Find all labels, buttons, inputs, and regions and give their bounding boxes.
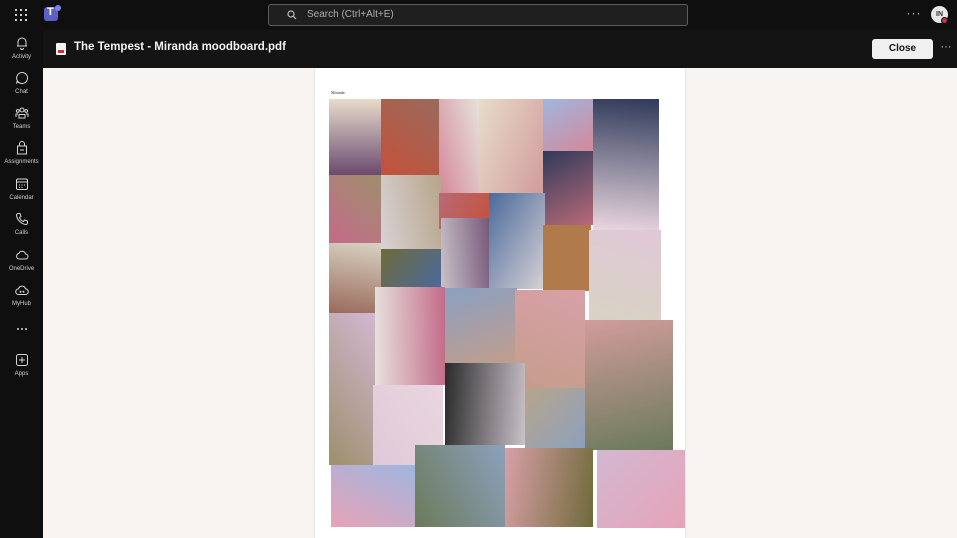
rail-item-calendar[interactable]: Calendar	[0, 177, 43, 211]
moodboard-image	[593, 99, 659, 230]
rail-label: Calendar	[9, 195, 34, 201]
moodboard-image	[375, 287, 445, 385]
search-icon	[287, 10, 297, 20]
rail-item-onedrive[interactable]: OneDrive	[0, 248, 43, 282]
rail-item-calls[interactable]: Calls	[0, 212, 43, 246]
teams-icon	[15, 107, 28, 119]
moodboard-image	[329, 243, 381, 313]
search-input[interactable]: Search (Ctrl+Alt+E)	[268, 4, 688, 26]
moodboard-image	[415, 445, 505, 527]
close-button[interactable]: Close	[872, 39, 933, 59]
document-title: The Tempest - Miranda moodboard.pdf	[74, 41, 286, 53]
moodboard-image	[381, 175, 441, 249]
pdf-page: Miranda	[315, 68, 685, 538]
calendar-icon	[15, 178, 28, 190]
rail-label: OneDrive	[8, 266, 35, 272]
rail-label: Teams	[12, 124, 31, 130]
moodboard-image	[381, 99, 439, 175]
cloud-icon	[15, 250, 28, 260]
rail-label: Calls	[14, 230, 29, 236]
rail-label: Assignments	[4, 159, 39, 165]
app-launcher-icon[interactable]	[15, 9, 27, 21]
moodboard-image	[331, 465, 415, 527]
moodboard-image	[445, 288, 517, 366]
teams-logo-icon	[44, 5, 61, 21]
rail-item-myhub[interactable]: MyHub	[0, 283, 43, 317]
rail-item-more[interactable]	[0, 322, 43, 338]
rail-item-apps[interactable]: Apps	[0, 353, 43, 387]
moodboard-image	[585, 320, 673, 450]
myhub-icon	[14, 285, 29, 295]
moodboard-image	[597, 450, 685, 528]
moodboard-image	[543, 225, 591, 291]
chat-icon	[15, 71, 28, 84]
pdf-viewer[interactable]: Miranda	[43, 68, 957, 538]
pdf-file-icon	[56, 43, 66, 55]
rail-label: MyHub	[11, 301, 31, 307]
phone-icon	[15, 213, 28, 226]
moodboard-image	[329, 99, 381, 175]
moodboard-image	[543, 99, 593, 151]
moodboard-image	[445, 363, 525, 445]
file-viewer-pane: The Tempest - Miranda moodboard.pdf Clos…	[43, 30, 957, 538]
rail-label: Chat	[15, 89, 28, 95]
moodboard-image	[515, 290, 585, 390]
presence-status-icon	[941, 17, 948, 24]
rail-item-assignments[interactable]: Assignments	[0, 141, 43, 175]
assignments-icon	[16, 141, 27, 155]
moodboard-image	[381, 249, 441, 287]
moodboard-image	[589, 230, 661, 320]
moodboard-image	[329, 175, 381, 243]
moodboard-image	[439, 99, 479, 193]
rail-label: Activity	[11, 54, 31, 60]
moodboard-image	[543, 151, 593, 225]
moodboard-image	[525, 388, 589, 454]
moodboard-image	[329, 313, 375, 465]
search-placeholder: Search (Ctrl+Alt+E)	[307, 9, 394, 20]
app-rail: Activity Chat Teams Assignments Calendar…	[0, 30, 43, 538]
rail-label: Apps	[14, 371, 29, 377]
bell-icon	[16, 37, 27, 50]
moodboard-image	[479, 99, 543, 193]
rail-item-activity[interactable]: Activity	[0, 36, 43, 70]
file-header: The Tempest - Miranda moodboard.pdf Clos…	[43, 30, 957, 68]
more-options-icon[interactable]: ···	[939, 41, 953, 55]
rail-item-teams[interactable]: Teams	[0, 106, 43, 140]
page-heading: Miranda	[331, 90, 345, 95]
add-app-icon	[15, 354, 28, 366]
rail-item-chat[interactable]: Chat	[0, 71, 43, 105]
moodboard-image	[489, 193, 545, 289]
moodboard-image	[505, 448, 593, 527]
top-bar: Search (Ctrl+Alt+E) ··· IN	[0, 0, 957, 30]
settings-more-icon[interactable]: ···	[906, 6, 922, 22]
more-icon	[16, 328, 27, 330]
